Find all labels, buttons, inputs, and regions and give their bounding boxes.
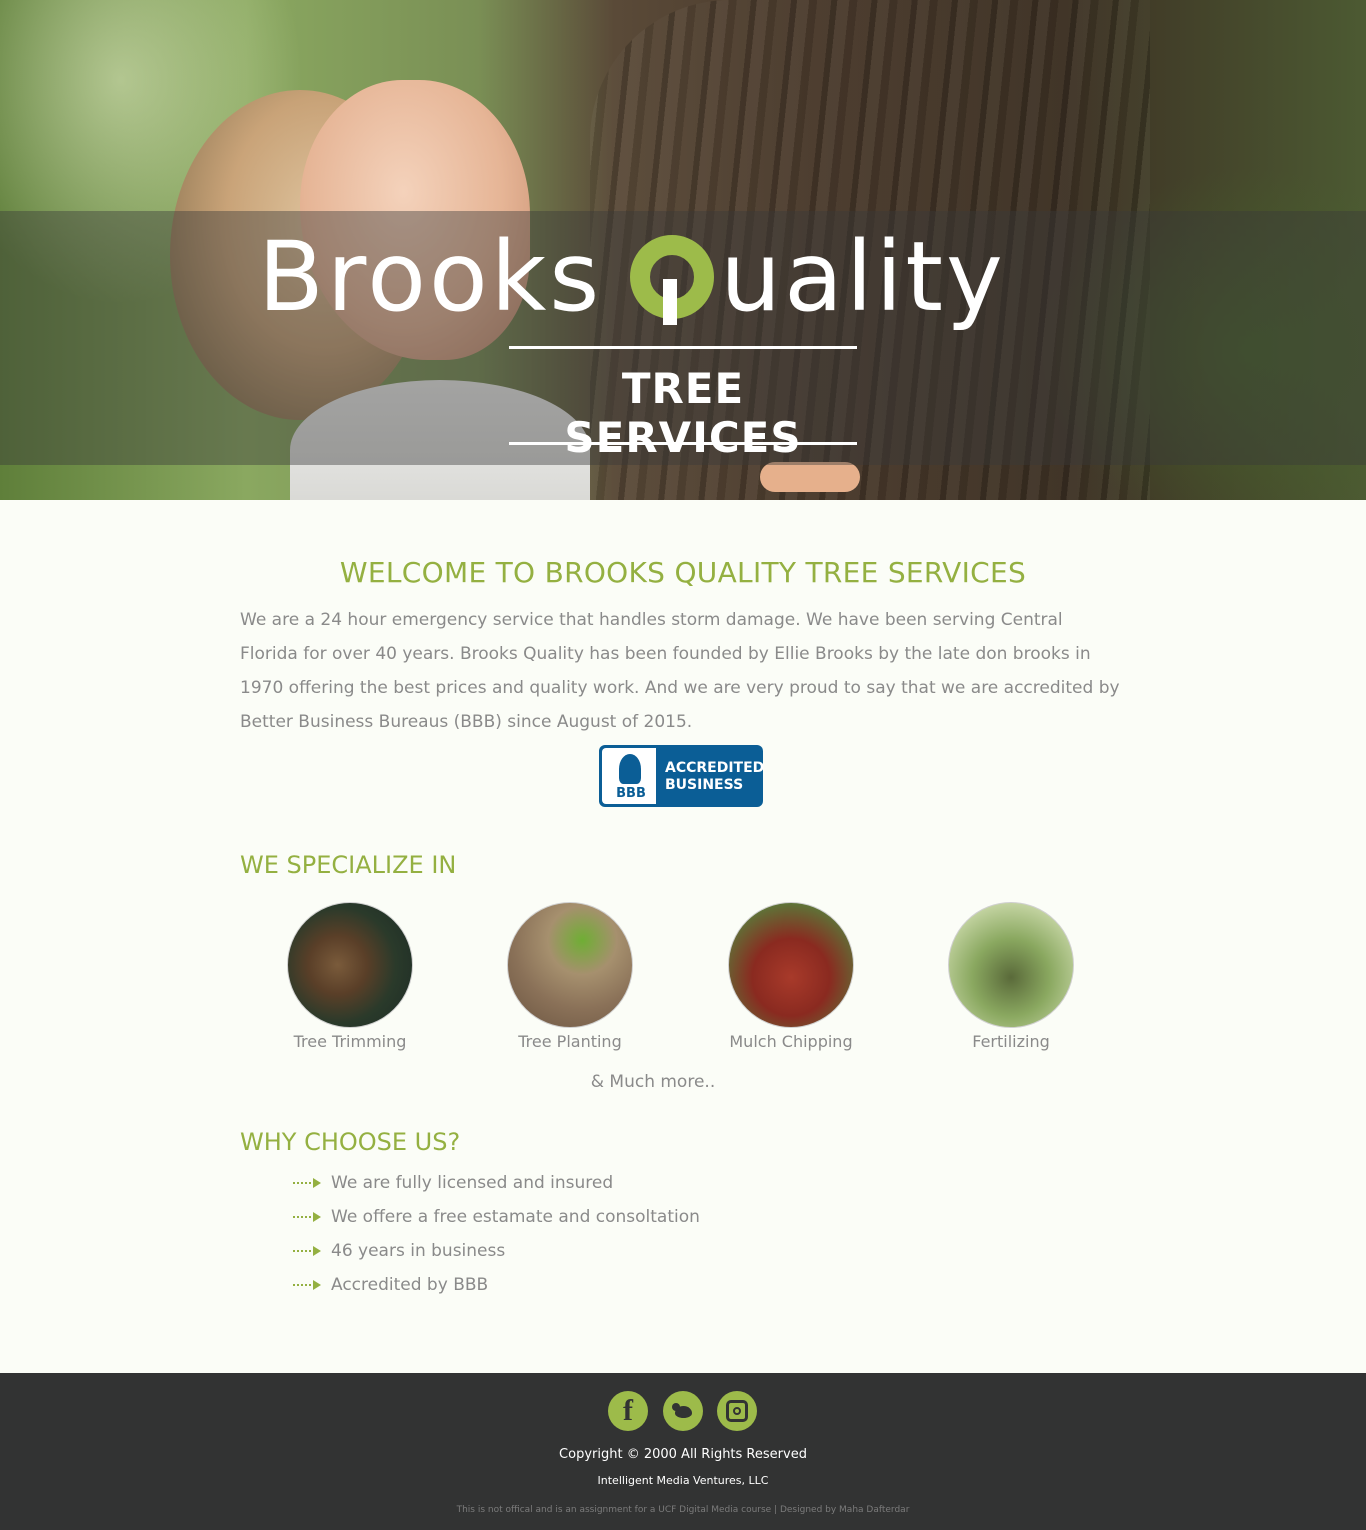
footer-company: Intelligent Media Ventures, LLC [597, 1474, 769, 1487]
brand-q-logo-mark [630, 235, 715, 325]
instagram-icon[interactable] [717, 1391, 757, 1431]
service-tree-planting[interactable]: Tree Planting [480, 902, 660, 1051]
brand-divider-top [509, 346, 857, 349]
hand-image [760, 462, 860, 492]
list-item: 46 years in business [293, 1234, 700, 1268]
bbb-torch-icon [619, 754, 641, 784]
much-more-text: & Much more.. [590, 1072, 716, 1092]
twitter-bird-shape [672, 1403, 694, 1419]
arrow-right-icon [293, 1212, 321, 1222]
hero-subtitle: TREE SERVICES [564, 364, 802, 462]
service-label: Tree Planting [518, 1032, 622, 1051]
mulch-chipping-image [728, 902, 854, 1028]
welcome-text: We are a 24 hour emergency service that … [240, 610, 1120, 732]
bbb-badge-text: ACCREDITED BUSINESS [665, 760, 764, 794]
fertilizing-image [948, 902, 1074, 1028]
service-fertilizing[interactable]: Fertilizing [921, 902, 1101, 1051]
brand-word-brooks: Brooks [258, 221, 603, 333]
footer: f Copyright © 2000 All Rights Reserved I… [0, 1373, 1366, 1530]
footer-copyright: Copyright © 2000 All Rights Reserved [559, 1447, 807, 1462]
bbb-line-2: BUSINESS [665, 777, 744, 793]
why-item-text: 46 years in business [331, 1241, 506, 1261]
bbb-line-1: ACCREDITED [665, 760, 765, 776]
service-label: Mulch Chipping [729, 1032, 853, 1051]
tree-trimming-image [287, 902, 413, 1028]
why-item-text: We offere a free estamate and consoltati… [331, 1207, 700, 1227]
why-item-text: We are fully licensed and insured [331, 1173, 614, 1193]
q-stem [663, 279, 678, 325]
service-tree-trimming[interactable]: Tree Trimming [260, 902, 440, 1051]
arrow-right-icon [293, 1178, 321, 1188]
bbb-logo-panel: BBB [602, 748, 656, 804]
twitter-icon[interactable] [663, 1391, 703, 1431]
why-item-text: Accredited by BBB [331, 1275, 489, 1295]
service-label: Fertilizing [972, 1032, 1050, 1051]
bbb-logo-text: BBB [616, 786, 646, 801]
hero-banner: Brooks uality TREE SERVICES [0, 0, 1366, 500]
list-item: We offere a free estamate and consoltati… [293, 1200, 700, 1234]
why-choose-list: We are fully licensed and insured We off… [293, 1166, 700, 1302]
footer-disclaimer: This is not offical and is an assignment… [456, 1505, 910, 1515]
list-item: Accredited by BBB [293, 1268, 700, 1302]
list-item: We are fully licensed and insured [293, 1166, 700, 1200]
brand-word-quality-rest: uality [720, 221, 1006, 333]
facebook-icon[interactable]: f [608, 1391, 648, 1431]
welcome-title: WELCOME TO BROOKS QUALITY TREE SERVICES [339, 556, 1027, 589]
arrow-right-icon [293, 1280, 321, 1290]
service-mulch-chipping[interactable]: Mulch Chipping [701, 902, 881, 1051]
specialize-title: WE SPECIALIZE IN [240, 851, 457, 879]
brand-logo: Brooks uality [258, 221, 1138, 333]
bbb-accredited-badge[interactable]: BBB ACCREDITED BUSINESS [599, 745, 764, 807]
tree-planting-image [507, 902, 633, 1028]
service-label: Tree Trimming [293, 1032, 407, 1051]
instagram-camera-shape [726, 1400, 748, 1422]
facebook-glyph: f [623, 1394, 633, 1427]
brand-divider-bottom [509, 442, 857, 445]
arrow-right-icon [293, 1246, 321, 1256]
why-choose-title: WHY CHOOSE US? [240, 1128, 461, 1156]
